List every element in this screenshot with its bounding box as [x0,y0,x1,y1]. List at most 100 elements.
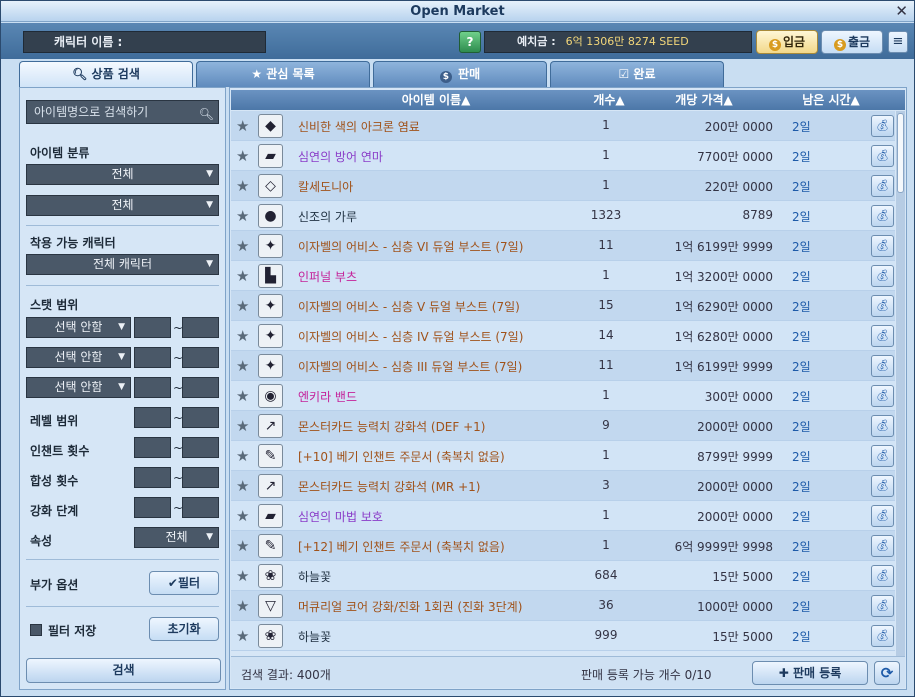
reset-button[interactable]: 초기화 [149,617,219,641]
favorite-star-icon[interactable]: ★ [236,627,249,645]
buy-bag-icon[interactable]: 💰︎ [871,235,894,257]
tab-complete[interactable]: ☑ 완료 [550,61,724,87]
level-min[interactable] [134,407,171,428]
stat-min-2[interactable] [134,347,171,368]
table-row[interactable]: ★ ● 신조의 가루 1323 8789 2일 💰︎ [231,201,895,231]
table-row[interactable]: ★ ▽ 머큐리얼 코어 강화/진화 1회권 (진화 3단계) 36 1000만 0000… [231,591,895,621]
enchant-max[interactable] [182,437,219,458]
enchant-min[interactable] [134,437,171,458]
help-button[interactable]: ? [459,31,481,53]
deposit-button[interactable]: $ 입금 [756,30,818,54]
buy-bag-icon[interactable]: 💰︎ [871,505,894,527]
buy-bag-icon[interactable]: 💰︎ [871,355,894,377]
search-input[interactable]: 아이템명으로 검색하기 🔍︎ [26,100,219,124]
buy-bag-icon[interactable]: 💰︎ [871,325,894,347]
favorite-star-icon[interactable]: ★ [236,237,249,255]
scrollbar-thumb[interactable] [897,113,904,193]
table-row[interactable]: ★ ✎ [+12] 베기 인챈트 주문서 (축복치 없음) 1 6억 9999만 999… [231,531,895,561]
favorite-star-icon[interactable]: ★ [236,297,249,315]
tab-watchlist[interactable]: ★ 관심 목록 [196,61,370,87]
favorite-star-icon[interactable]: ★ [236,267,249,285]
table-row[interactable]: ★ ✦ 이자벨의 어비스 - 심층 VI 듀얼 부스트 (7일) 11 1억 6199만… [231,231,895,261]
save-filter-checkbox[interactable] [30,624,42,636]
favorite-star-icon[interactable]: ★ [236,597,249,615]
header-qty[interactable]: 개수▲ [581,90,637,110]
table-row[interactable]: ★ ✦ 이자벨의 어비스 - 심층 III 듀얼 부스트 (7일) 11 1억 6199… [231,351,895,381]
level-max[interactable] [182,407,219,428]
table-row[interactable]: ★ ◉ 엔키라 밴드 1 300만 0000 2일 💰︎ [231,381,895,411]
tab-search[interactable]: 🔍︎ 상품 검색 [19,61,193,88]
table-row[interactable]: ★ ◇ 칼세도니아 1 220만 0000 2일 💰︎ [231,171,895,201]
scrollbar[interactable] [896,111,905,656]
buy-bag-icon[interactable]: 💰︎ [871,595,894,617]
withdraw-button[interactable]: $ 출금 [821,30,883,54]
stat-max-3[interactable] [182,377,219,398]
favorite-star-icon[interactable]: ★ [236,117,249,135]
table-row[interactable]: ★ ◆ 신비한 색의 아크론 염료 1 200만 0000 2일 💰︎ [231,111,895,141]
stat-select-1[interactable]: 선택 안함 ▼ [26,317,131,338]
category-select-2[interactable]: 전체 ▼ [26,195,219,216]
buy-bag-icon[interactable]: 💰︎ [871,535,894,557]
table-row[interactable]: ★ ▰ 심연의 방어 연마 1 7700만 0000 2일 💰︎ [231,141,895,171]
stat-min-1[interactable] [134,317,171,338]
favorite-star-icon[interactable]: ★ [236,327,249,345]
close-icon[interactable]: ✕ [895,1,908,22]
buy-bag-icon[interactable]: 💰︎ [871,115,894,137]
search-icon[interactable]: 🔍︎ [199,103,214,125]
filter-button[interactable]: ✔필터 [149,571,219,595]
buy-bag-icon[interactable]: 💰︎ [871,205,894,227]
stat-select-3[interactable]: 선택 안함 ▼ [26,377,131,398]
favorite-star-icon[interactable]: ★ [236,207,249,225]
favorite-star-icon[interactable]: ★ [236,567,249,585]
buy-bag-icon[interactable]: 💰︎ [871,385,894,407]
synth-max[interactable] [182,467,219,488]
header-name[interactable]: 아이템 이름▲ [291,90,581,110]
item-price: 2000만 0000 [697,420,773,434]
item-icon: ✦ [258,324,283,348]
buy-bag-icon[interactable]: 💰︎ [871,175,894,197]
favorite-star-icon[interactable]: ★ [236,447,249,465]
buy-bag-icon[interactable]: 💰︎ [871,625,894,647]
tab-sell[interactable]: $ 판매 [373,61,547,87]
favorite-star-icon[interactable]: ★ [236,417,249,435]
favorite-star-icon[interactable]: ★ [236,147,249,165]
buy-bag-icon[interactable]: 💰︎ [871,295,894,317]
header-time[interactable]: 남은 시간▲ [776,90,886,110]
register-sale-button[interactable]: ✚ 판매 등록 [752,661,868,685]
favorite-star-icon[interactable]: ★ [236,537,249,555]
category-select-1[interactable]: 전체 ▼ [26,164,219,185]
favorite-star-icon[interactable]: ★ [236,357,249,375]
table-row[interactable]: ★ ↗ 몬스터카드 능력치 강화석 (DEF +1) 9 2000만 0000 2일 💰︎ [231,411,895,441]
refresh-icon[interactable]: ⟳ [874,661,900,685]
menu-icon[interactable]: ≡ [888,31,908,53]
table-row[interactable]: ★ ▰ 심연의 마법 보호 1 2000만 0000 2일 💰︎ [231,501,895,531]
stat-min-3[interactable] [134,377,171,398]
table-row[interactable]: ★ ▙ 인퍼널 부츠 1 1억 3200만 0000 2일 💰︎ [231,261,895,291]
table-row[interactable]: ★ ↗ 몬스터카드 능력치 강화석 (MR +1) 3 2000만 0000 2일 💰︎ [231,471,895,501]
buy-bag-icon[interactable]: 💰︎ [871,475,894,497]
table-row[interactable]: ★ ✦ 이자벨의 어비스 - 심층 IV 듀얼 부스트 (7일) 14 1억 6280만… [231,321,895,351]
reinforce-min[interactable] [134,497,171,518]
table-row[interactable]: ★ ✦ 이자벨의 어비스 - 심층 V 듀얼 부스트 (7일) 15 1억 6290만 … [231,291,895,321]
character-select[interactable]: 전체 캐릭터 ▼ [26,254,219,275]
header-price[interactable]: 개당 가격▲ [639,90,769,110]
synth-min[interactable] [134,467,171,488]
favorite-star-icon[interactable]: ★ [236,477,249,495]
buy-bag-icon[interactable]: 💰︎ [871,445,894,467]
table-row[interactable]: ★ ✎ [+10] 베기 인챈트 주문서 (축복치 없음) 1 8799만 9999 2일… [231,441,895,471]
favorite-star-icon[interactable]: ★ [236,177,249,195]
reinforce-max[interactable] [182,497,219,518]
buy-bag-icon[interactable]: 💰︎ [871,415,894,437]
buy-bag-icon[interactable]: 💰︎ [871,145,894,167]
favorite-star-icon[interactable]: ★ [236,507,249,525]
search-button[interactable]: 검색 [26,658,221,683]
table-row[interactable]: ★ ❀ 하늘꽃 999 15만 5000 2일 💰︎ [231,621,895,651]
favorite-star-icon[interactable]: ★ [236,387,249,405]
buy-bag-icon[interactable]: 💰︎ [871,565,894,587]
stat-select-2[interactable]: 선택 안함 ▼ [26,347,131,368]
attribute-select[interactable]: 전체 ▼ [134,527,219,548]
table-row[interactable]: ★ ❀ 하늘꽃 684 15만 5000 2일 💰︎ [231,561,895,591]
stat-max-2[interactable] [182,347,219,368]
stat-max-1[interactable] [182,317,219,338]
buy-bag-icon[interactable]: 💰︎ [871,265,894,287]
